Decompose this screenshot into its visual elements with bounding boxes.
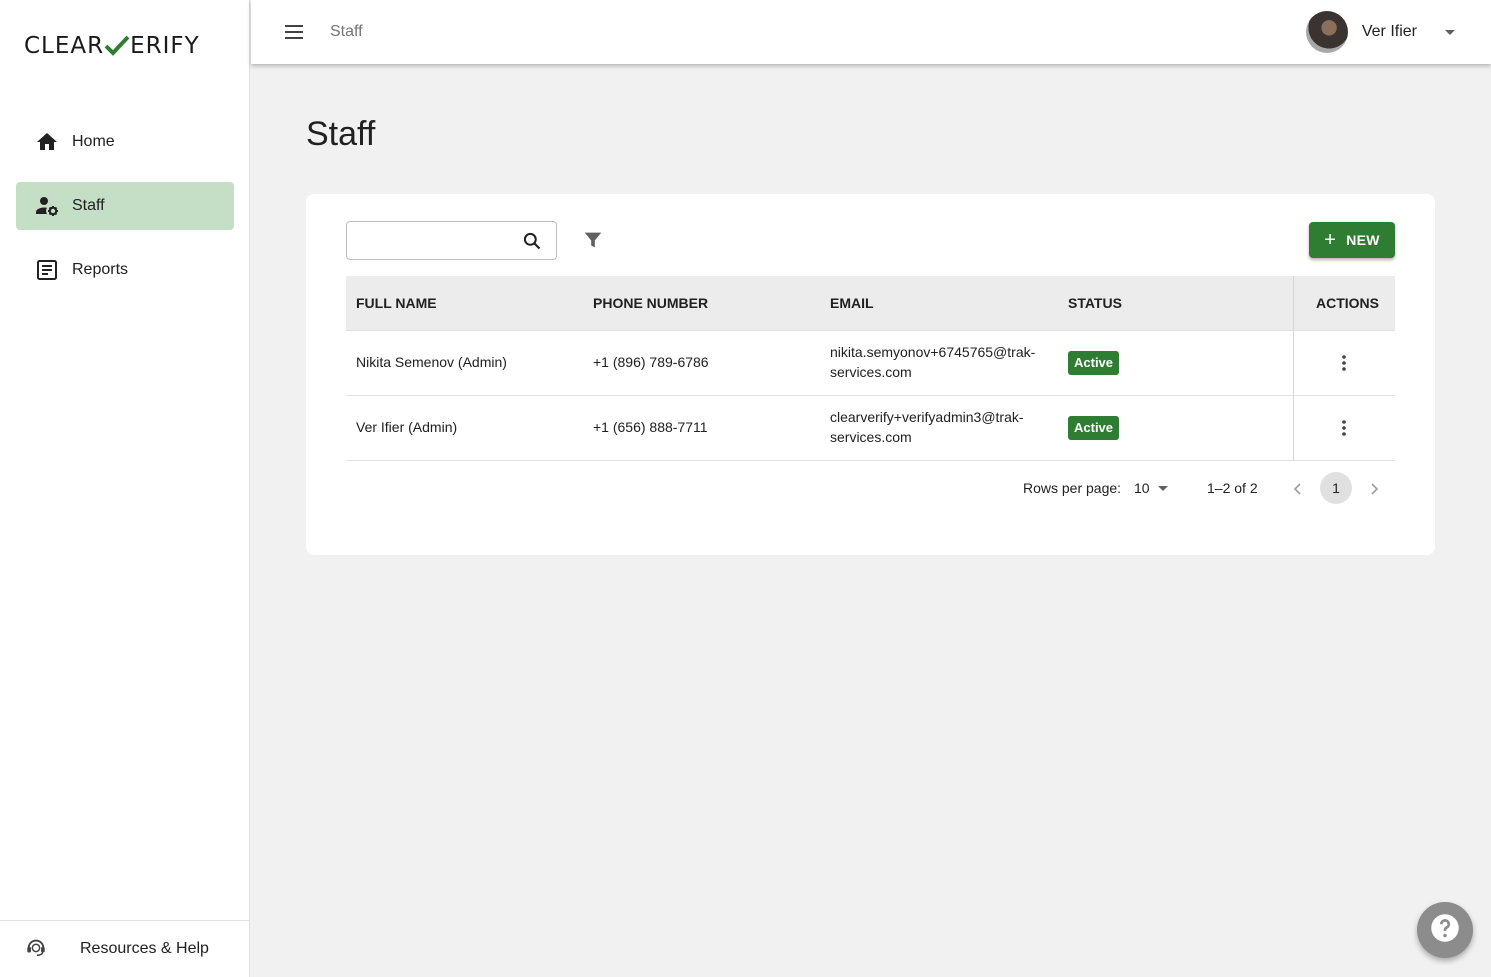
chevron-left-icon[interactable] — [1288, 479, 1308, 499]
email-line: services.com — [830, 364, 912, 380]
email-line: services.com — [830, 429, 912, 445]
rows-per-page-value: 10 — [1134, 480, 1150, 496]
sidebar-item-staff[interactable]: Staff — [16, 182, 234, 230]
help-icon — [1430, 913, 1460, 948]
status-badge: Active — [1068, 351, 1120, 375]
plus-icon: + — [1324, 229, 1337, 251]
table-pagination: Rows per page: 10 1–2 of 2 1 — [346, 472, 1395, 506]
cell-phone: +1 (656) 888-7711 — [593, 419, 708, 435]
more-vert-icon[interactable] — [1334, 418, 1354, 438]
home-icon — [34, 129, 60, 155]
sidebar-item-label: Reports — [72, 261, 129, 278]
column-header-full-name[interactable]: FULL NAME — [356, 295, 437, 311]
search-icon[interactable] — [522, 231, 542, 251]
user-menu[interactable]: Ver Ifier — [1305, 11, 1455, 53]
cell-email: nikita.semyonov+6745765@trak- services.c… — [830, 342, 1035, 382]
cell-full-name: Ver Ifier (Admin) — [356, 419, 458, 435]
status-badge: Active — [1068, 416, 1120, 440]
column-header-actions: ACTIONS — [1316, 295, 1379, 311]
new-staff-button[interactable]: + NEW — [1309, 222, 1395, 258]
column-divider — [1293, 396, 1294, 460]
reports-icon — [34, 257, 60, 283]
search-field[interactable] — [346, 221, 557, 260]
sidebar: CLEAR ERIFY Home Staff Reports Resources… — [0, 0, 250, 977]
email-line: clearverify+verifyadmin3@trak- — [830, 409, 1024, 425]
breadcrumb: Staff — [330, 23, 363, 40]
pagination-range: 1–2 of 2 — [1207, 480, 1258, 496]
logo-text-left: CLEAR — [24, 33, 105, 59]
check-icon — [104, 34, 130, 58]
column-header-status[interactable]: STATUS — [1068, 295, 1122, 311]
table-header: FULL NAME PHONE NUMBER EMAIL STATUS ACTI… — [346, 276, 1395, 331]
more-vert-icon[interactable] — [1334, 353, 1354, 373]
filter-icon[interactable] — [582, 229, 604, 251]
avatar — [1305, 11, 1348, 53]
staff-settings-icon — [34, 193, 60, 219]
cell-phone: +1 (896) 789-6786 — [593, 354, 709, 370]
help-button[interactable] — [1417, 902, 1473, 958]
column-divider — [1293, 276, 1294, 330]
top-app-bar: Staff Ver Ifier — [251, 0, 1491, 64]
chevron-down-icon — [1157, 485, 1168, 491]
column-header-phone[interactable]: PHONE NUMBER — [593, 295, 708, 311]
support-agent-icon — [24, 936, 48, 963]
sidebar-item-label: Home — [72, 133, 115, 150]
table-row[interactable]: Ver Ifier (Admin) +1 (656) 888-7711 clea… — [346, 396, 1395, 461]
user-name: Ver Ifier — [1361, 23, 1417, 40]
column-divider — [1293, 331, 1294, 395]
sidebar-nav: Home Staff Reports — [16, 118, 234, 310]
sidebar-item-label: Staff — [72, 197, 105, 214]
menu-icon[interactable] — [281, 19, 307, 45]
page-title: Staff — [306, 115, 376, 153]
staff-table-card: + NEW FULL NAME PHONE NUMBER EMAIL STATU… — [306, 194, 1435, 555]
sidebar-item-reports[interactable]: Reports — [16, 246, 234, 294]
email-line: nikita.semyonov+6745765@trak- — [830, 344, 1036, 360]
resources-help-label: Resources & Help — [80, 940, 209, 957]
rows-per-page-label: Rows per page: — [1023, 480, 1122, 496]
chevron-down-icon — [1445, 29, 1455, 35]
clearverify-logo[interactable]: CLEAR ERIFY — [24, 30, 200, 62]
search-input[interactable] — [357, 230, 517, 252]
chevron-right-icon[interactable] — [1364, 479, 1384, 499]
cell-email: clearverify+verifyadmin3@trak- services.… — [830, 407, 1024, 447]
page-button-1[interactable]: 1 — [1320, 472, 1352, 504]
resources-help-link[interactable]: Resources & Help — [0, 920, 250, 977]
rows-per-page-select[interactable]: 10 — [1134, 480, 1168, 496]
sidebar-item-home[interactable]: Home — [16, 118, 234, 166]
new-button-label: NEW — [1346, 232, 1380, 248]
staff-table: FULL NAME PHONE NUMBER EMAIL STATUS ACTI… — [346, 276, 1395, 461]
table-row[interactable]: Nikita Semenov (Admin) +1 (896) 789-6786… — [346, 331, 1395, 396]
cell-full-name: Nikita Semenov (Admin) — [356, 354, 507, 370]
logo-text-right: ERIFY — [130, 33, 200, 59]
column-header-email[interactable]: EMAIL — [830, 295, 874, 311]
